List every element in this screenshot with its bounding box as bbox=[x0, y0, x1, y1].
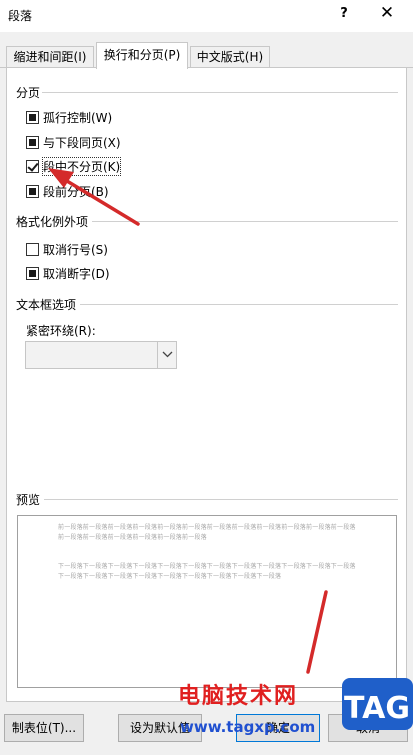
checkbox-label: 段中不分页(K) bbox=[41, 156, 122, 176]
dropdown-button[interactable] bbox=[157, 342, 176, 368]
tab-asian-typography[interactable]: 中文版式(H) bbox=[190, 46, 270, 68]
checkbox-box[interactable] bbox=[26, 110, 39, 124]
checkbox-keep-lines-together[interactable]: 段中不分页(K) bbox=[26, 156, 122, 176]
tight-wrap-label: 紧密环绕(R): bbox=[26, 324, 96, 338]
section-preview: 预览 bbox=[16, 493, 41, 507]
checkbox-label: 孤行控制(W) bbox=[43, 110, 113, 125]
tab-line-page-breaks[interactable]: 换行和分页(P) bbox=[96, 42, 188, 69]
watermark-url: www.tagxp.com bbox=[180, 718, 316, 736]
tab-strip: 缩进和间距(I) 换行和分页(P) 中文版式(H) bbox=[0, 42, 413, 69]
tabs-button[interactable]: 制表位(T)... bbox=[4, 714, 84, 742]
divider bbox=[42, 92, 398, 93]
divider bbox=[44, 499, 398, 500]
title-bar: 段落 ? ✕ bbox=[0, 0, 413, 32]
preview-pane: 前一段落前一段落前一段落前一段落前一段落前一段落前一段落前一段落前一段落前一段落… bbox=[17, 515, 397, 688]
tab-indent-spacing[interactable]: 缩进和间距(I) bbox=[6, 46, 94, 68]
section-textbox-options: 文本框选项 bbox=[16, 298, 77, 312]
close-button[interactable]: ✕ bbox=[376, 3, 398, 23]
checkbox-widow-control[interactable]: 孤行控制(W) bbox=[26, 108, 112, 126]
checkbox-label: 取消行号(S) bbox=[43, 242, 108, 257]
section-formatting-exceptions: 格式化例外项 bbox=[16, 215, 89, 229]
checkbox-suppress-line-numbers[interactable]: 取消行号(S) bbox=[26, 240, 108, 258]
tab-divider bbox=[0, 67, 413, 68]
checkbox-box[interactable] bbox=[26, 135, 39, 149]
tag-logo-text: TAG bbox=[344, 691, 410, 726]
checkbox-label: 与下段同页(X) bbox=[43, 135, 121, 150]
watermark-text: 电脑技术网 bbox=[178, 684, 299, 709]
checkbox-keep-with-next[interactable]: 与下段同页(X) bbox=[26, 133, 121, 151]
tight-wrap-select[interactable] bbox=[25, 341, 177, 369]
chevron-down-icon bbox=[162, 351, 173, 358]
preview-next-paragraph: 下一段落下一段落下一段落下一段落下一段落下一段落下一段落下一段落下一段落下一段落… bbox=[58, 563, 356, 580]
checkbox-box[interactable] bbox=[26, 242, 39, 256]
checkbox-label: 取消断字(D) bbox=[43, 266, 110, 281]
checkbox-box[interactable] bbox=[26, 266, 39, 280]
divider bbox=[92, 221, 398, 222]
divider bbox=[80, 304, 398, 305]
tag-logo: TAG bbox=[342, 678, 413, 730]
checkbox-label: 段前分页(B) bbox=[43, 184, 109, 199]
help-button[interactable]: ? bbox=[336, 6, 352, 21]
section-pagination: 分页 bbox=[16, 86, 41, 100]
preview-previous-paragraph: 前一段落前一段落前一段落前一段落前一段落前一段落前一段落前一段落前一段落前一段落… bbox=[58, 524, 356, 541]
checkbox-box[interactable] bbox=[26, 184, 39, 198]
window-title: 段落 bbox=[8, 9, 33, 23]
checkbox-box[interactable] bbox=[26, 159, 39, 173]
checkbox-page-break-before[interactable]: 段前分页(B) bbox=[26, 182, 109, 200]
checkbox-dont-hyphenate[interactable]: 取消断字(D) bbox=[26, 264, 110, 282]
